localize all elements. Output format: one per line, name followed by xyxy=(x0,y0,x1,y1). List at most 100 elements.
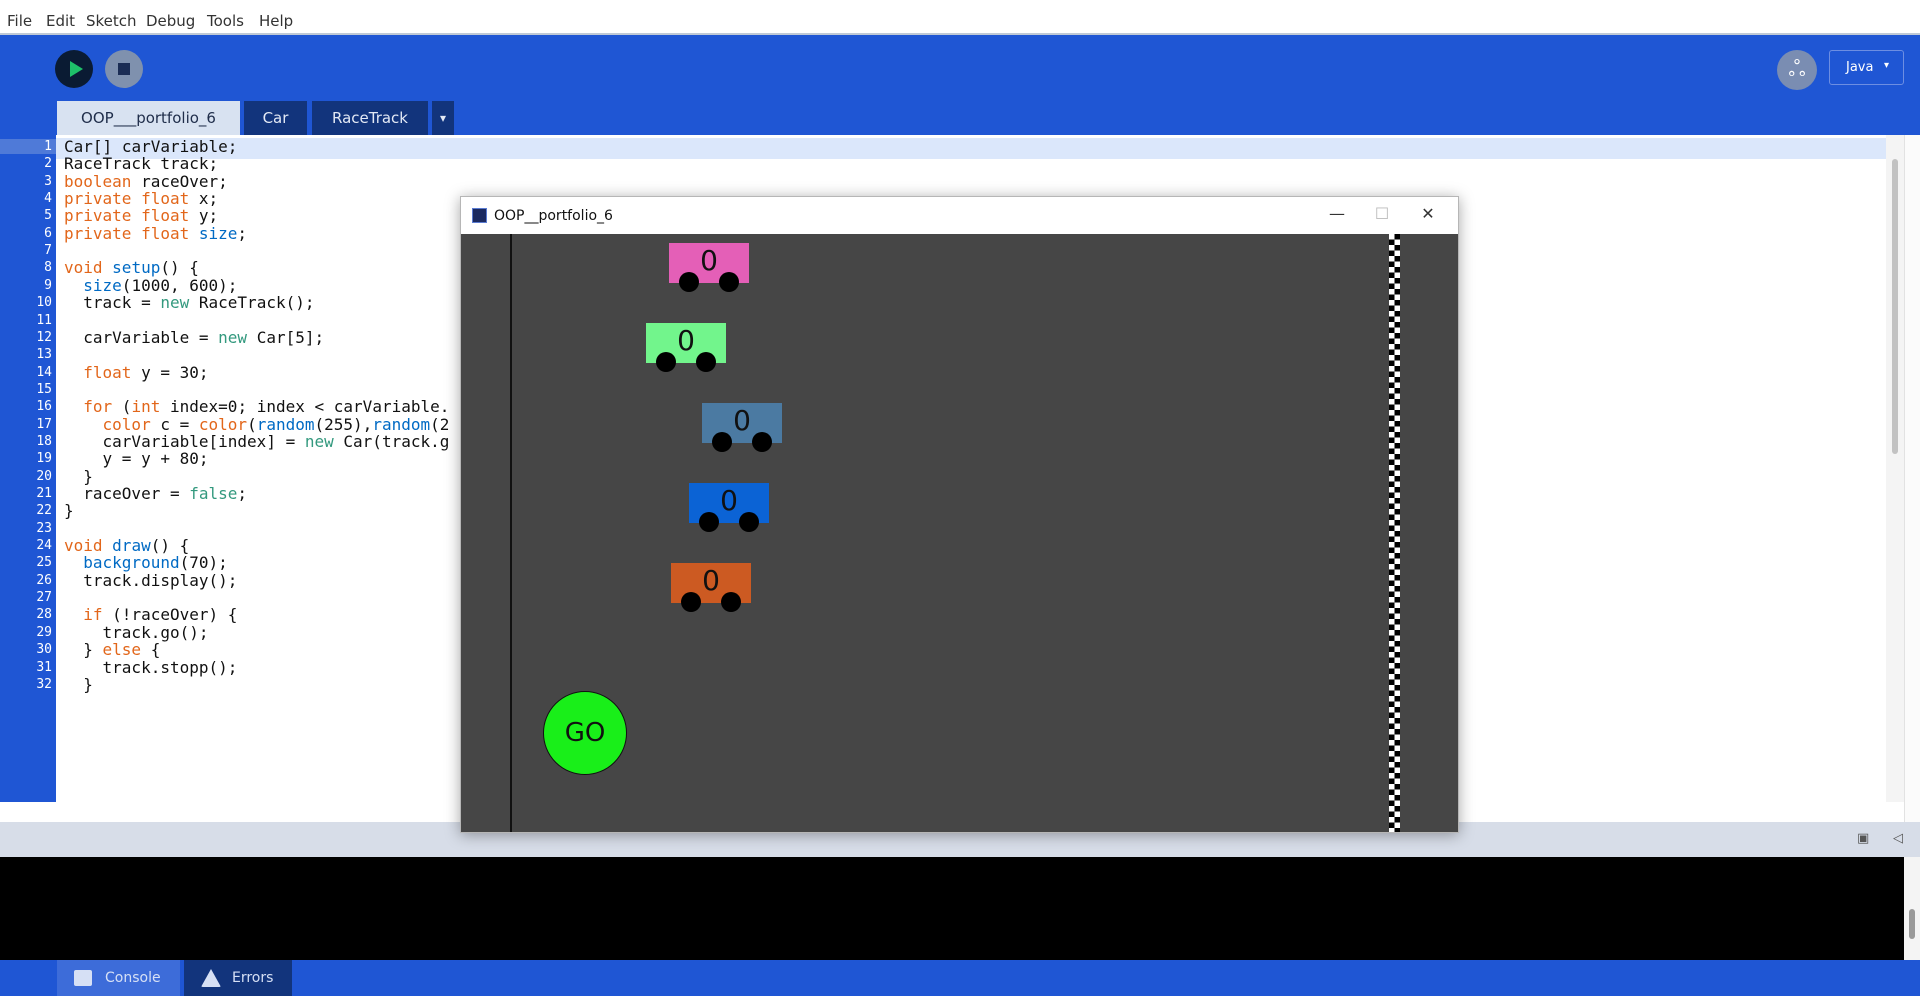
car-wheel xyxy=(752,432,772,452)
collapse-icon[interactable]: ◁ xyxy=(1893,831,1909,847)
code-line[interactable]: } xyxy=(64,467,93,486)
start-line xyxy=(510,234,512,832)
car-wheel xyxy=(712,432,732,452)
car-wheel xyxy=(679,272,699,292)
code-line[interactable]: private float size; xyxy=(64,224,247,243)
line-number: 27 xyxy=(36,590,52,606)
errors-tab[interactable]: Errors xyxy=(184,960,292,996)
line-number: 5 xyxy=(44,208,52,224)
code-line[interactable]: for (int index=0; index < carVariable. xyxy=(64,397,449,416)
line-number: 11 xyxy=(36,312,52,328)
code-line[interactable]: carVariable[index] = new Car(track.g xyxy=(64,432,450,451)
code-line[interactable]: color c = color(random(255),random(2 xyxy=(64,415,450,434)
line-number: 32 xyxy=(36,676,52,692)
scrollbar-thumb[interactable] xyxy=(1892,159,1898,454)
menu-file[interactable]: File xyxy=(7,12,32,30)
code-line[interactable]: } xyxy=(64,675,93,694)
car-wheel xyxy=(699,512,719,532)
line-number: 13 xyxy=(36,347,52,363)
line-number: 9 xyxy=(44,277,52,293)
code-line[interactable]: y = y + 80; xyxy=(64,449,209,468)
line-number: 23 xyxy=(36,520,52,536)
editor-scrollbar[interactable] xyxy=(1886,135,1904,802)
minimize-icon[interactable]: — xyxy=(1314,204,1360,226)
errors-tab-label: Errors xyxy=(232,970,274,986)
menu-edit[interactable]: Edit xyxy=(46,12,75,30)
close-icon[interactable]: ✕ xyxy=(1405,204,1451,226)
code-line[interactable]: track.go(); xyxy=(64,623,209,642)
editor-right-margin xyxy=(1904,135,1920,825)
tab-car[interactable]: Car xyxy=(244,101,307,135)
debugger-button[interactable]: ஃ xyxy=(1777,50,1817,90)
menu-bar: File Edit Sketch Debug Tools Help xyxy=(0,0,1920,35)
menu-debug[interactable]: Debug xyxy=(146,12,195,30)
maximize-icon[interactable]: ☐ xyxy=(1359,204,1405,226)
line-number: 7 xyxy=(44,243,52,259)
car-wheel xyxy=(719,272,739,292)
code-line[interactable]: private float x; xyxy=(64,189,218,208)
footer-tabs: Console Errors xyxy=(0,960,1920,996)
sketch-canvas[interactable]: GO 0 0 0 0 0 xyxy=(461,234,1458,832)
line-number: 26 xyxy=(36,572,52,588)
code-line[interactable]: carVariable = new Car[5]; xyxy=(64,328,324,347)
code-line[interactable]: void setup() { xyxy=(64,258,199,277)
current-line-highlight xyxy=(56,138,1886,159)
stop-button[interactable] xyxy=(105,50,143,88)
toolbar: ஃ Java ▾ OOP___portfolio_6 Car RaceTrack… xyxy=(0,35,1920,135)
code-line[interactable]: } else { xyxy=(64,640,160,659)
sketch-titlebar[interactable]: OOP__portfolio_6 — ☐ ✕ xyxy=(461,197,1458,234)
console-tab[interactable]: Console xyxy=(57,960,180,996)
scrollbar-thumb[interactable] xyxy=(1909,909,1915,939)
car-wheel xyxy=(656,352,676,372)
code-line[interactable]: private float y; xyxy=(64,206,218,225)
code-line[interactable]: size(1000, 600); xyxy=(64,276,237,295)
menu-sketch[interactable]: Sketch xyxy=(86,12,137,30)
car-wheel xyxy=(721,592,741,612)
car-lap-counter: 0 xyxy=(677,324,695,357)
line-number: 1 xyxy=(0,139,56,154)
run-button[interactable] xyxy=(55,50,93,88)
code-line[interactable]: track.stopp(); xyxy=(64,658,238,677)
sketch-window[interactable]: OOP__portfolio_6 — ☐ ✕ GO 0 0 0 0 0 xyxy=(460,196,1459,833)
tab-oop-portfolio-6[interactable]: OOP___portfolio_6 xyxy=(57,101,240,135)
mode-selector[interactable]: Java ▾ xyxy=(1829,50,1904,85)
line-number: 17 xyxy=(36,416,52,432)
code-line[interactable]: float y = 30; xyxy=(64,363,208,382)
race-car: 0 xyxy=(669,243,749,292)
car-wheel xyxy=(696,352,716,372)
tab-menu-button[interactable]: ▾ xyxy=(432,101,454,135)
code-line[interactable]: if (!raceOver) { xyxy=(64,605,237,624)
car-lap-counter: 0 xyxy=(720,484,738,517)
butterfly-icon: ஃ xyxy=(1788,57,1806,82)
code-line[interactable]: track.display(); xyxy=(64,571,237,590)
menu-help[interactable]: Help xyxy=(259,12,293,30)
menu-tools[interactable]: Tools xyxy=(207,12,244,30)
tab-racetrack[interactable]: RaceTrack xyxy=(312,101,428,135)
race-car: 0 xyxy=(689,483,769,532)
code-line[interactable]: void draw() { xyxy=(64,536,189,555)
code-line[interactable]: Car[] carVariable; xyxy=(64,137,237,156)
finish-line xyxy=(1389,234,1400,832)
line-number: 29 xyxy=(36,624,52,640)
line-number: 28 xyxy=(36,607,52,623)
car-wheel xyxy=(681,592,701,612)
code-line[interactable]: background(70); xyxy=(64,553,228,572)
code-line[interactable]: boolean raceOver; xyxy=(64,172,228,191)
code-line[interactable]: track = new RaceTrack(); xyxy=(64,293,314,312)
line-number: 19 xyxy=(36,451,52,467)
line-number: 16 xyxy=(36,399,52,415)
console-scrollbar[interactable] xyxy=(1904,857,1920,960)
code-line[interactable]: raceOver = false; xyxy=(64,484,247,503)
car-lap-counter: 0 xyxy=(700,244,718,277)
processing-app-icon xyxy=(472,208,487,223)
code-line[interactable]: RaceTrack track; xyxy=(64,154,218,173)
line-number: 10 xyxy=(36,295,52,311)
console-output[interactable] xyxy=(0,857,1904,960)
code-line[interactable]: } xyxy=(64,501,74,520)
go-button[interactable]: GO xyxy=(543,691,627,775)
console-icon xyxy=(74,970,92,986)
line-number-gutter: 1 2 3 4 5 6 7 8 9 10 11 12 13 14 15 16 17 18 19 20 21 22 23 24 2… xyxy=(0,135,56,802)
clipboard-icon[interactable]: ▣ xyxy=(1857,831,1873,847)
car-lap-counter: 0 xyxy=(702,564,720,597)
mode-label: Java xyxy=(1846,60,1874,75)
